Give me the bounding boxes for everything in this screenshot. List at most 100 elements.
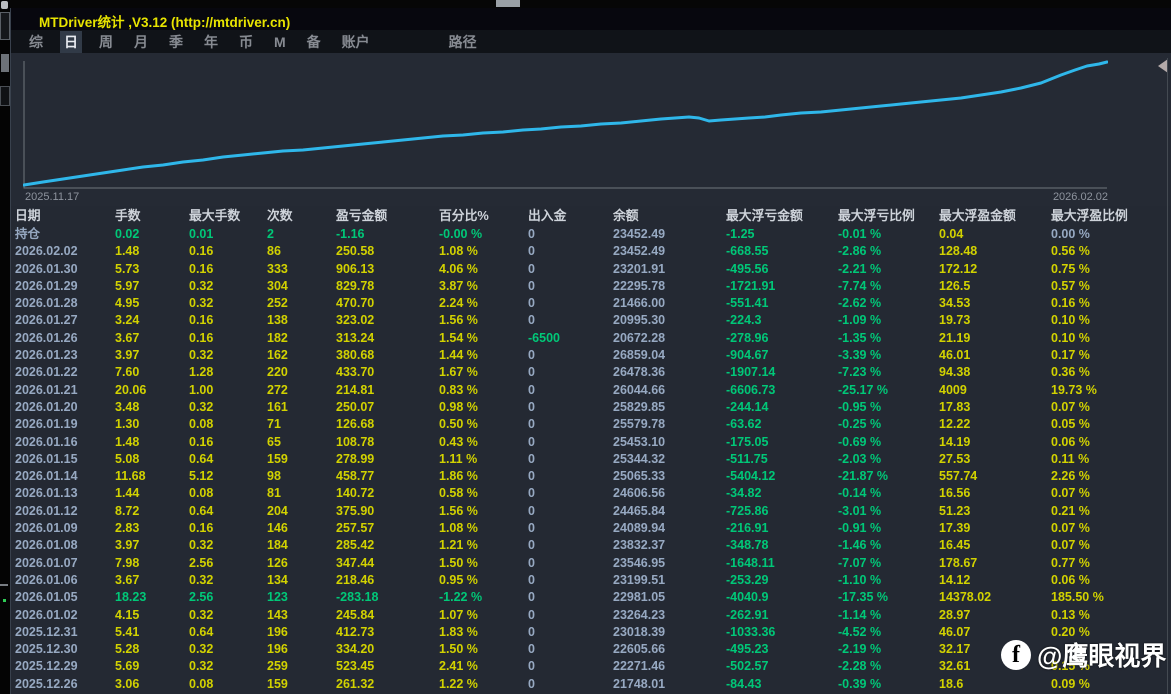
- column-header-deposit[interactable]: 出入金: [528, 206, 613, 226]
- column-header-date[interactable]: 日期: [15, 206, 115, 226]
- cell-max-float-profit-pct: 185.50 %: [1051, 589, 1171, 606]
- table-row[interactable]: 2026.02.021.480.1686250.581.08 %023452.4…: [11, 243, 1171, 260]
- cell-max-float-loss: -216.91: [726, 520, 838, 537]
- menu-item-ri[interactable]: 日: [60, 31, 82, 53]
- cell-max-float-profit-pct: 0.07 %: [1051, 485, 1171, 502]
- cell-max-float-profit: 16.45: [939, 537, 1051, 554]
- table-row[interactable]: 2026.01.295.970.32304829.783.87 %022295.…: [11, 278, 1171, 295]
- menu-item-ji[interactable]: 季: [165, 31, 187, 53]
- table-row[interactable]: 2026.01.128.720.64204375.901.56 %024465.…: [11, 503, 1171, 520]
- table-row[interactable]: 2026.01.263.670.16182313.241.54 %-650020…: [11, 330, 1171, 347]
- cell-balance: 23546.95: [613, 555, 726, 572]
- cell-lots: 8.72: [115, 503, 189, 520]
- table-row[interactable]: 2025.12.263.060.08159261.321.22 %021748.…: [11, 676, 1171, 693]
- table-row[interactable]: 2026.01.305.730.16333906.134.06 %023201.…: [11, 261, 1171, 278]
- cell-max-float-profit-pct: 19.73 %: [1051, 382, 1171, 399]
- column-header-max-float-loss[interactable]: 最大浮亏金额: [726, 206, 838, 226]
- table-row[interactable]: 2026.01.161.480.1665108.780.43 %025453.1…: [11, 434, 1171, 451]
- cell-max-float-loss: -725.86: [726, 503, 838, 520]
- column-header-times[interactable]: 次数: [267, 206, 336, 226]
- column-header-max-float-profit[interactable]: 最大浮盈金额: [939, 206, 1051, 226]
- cell-max-float-loss-pct: -1.35 %: [838, 330, 939, 347]
- cell-balance: 22981.05: [613, 589, 726, 606]
- cell-max-float-profit-pct: 0.16 %: [1051, 295, 1171, 312]
- cell-times: 98: [267, 468, 336, 485]
- column-header-max-lots[interactable]: 最大手数: [189, 206, 267, 226]
- background-window-fragment: [0, 86, 10, 106]
- table-row[interactable]: 2026.01.131.440.0881140.720.58 %024606.5…: [11, 485, 1171, 502]
- cell-max-float-loss-pct: -7.74 %: [838, 278, 939, 295]
- table-row[interactable]: 2026.01.077.982.56126347.441.50 %023546.…: [11, 555, 1171, 572]
- cell-pl: 412.73: [336, 624, 439, 641]
- table-row[interactable]: 持仓0.020.012-1.16-0.00 %023452.49-1.25-0.…: [11, 226, 1171, 243]
- table-row[interactable]: 2026.01.024.150.32143245.841.07 %023264.…: [11, 607, 1171, 624]
- x-axis-start-label: 2025.11.17: [25, 191, 79, 203]
- cell-deposit: 0: [528, 520, 613, 537]
- cell-max-float-profit: 12.22: [939, 416, 1051, 433]
- cell-lots: 3.48: [115, 399, 189, 416]
- cell-pl: 214.81: [336, 382, 439, 399]
- table-row[interactable]: 2026.01.155.080.64159278.991.11 %025344.…: [11, 451, 1171, 468]
- cell-max-lots: 0.32: [189, 658, 267, 675]
- column-header-max-float-profit-pct[interactable]: 最大浮盈比例: [1051, 206, 1171, 226]
- cell-max-float-loss-pct: -0.95 %: [838, 399, 939, 416]
- table-row[interactable]: 2026.01.191.300.0871126.680.50 %025579.7…: [11, 416, 1171, 433]
- table-row[interactable]: 2025.12.295.690.32259523.452.41 %022271.…: [11, 658, 1171, 675]
- cell-times: 272: [267, 382, 336, 399]
- menu-item-zhou[interactable]: 周: [95, 31, 117, 53]
- menu-item-bi[interactable]: 币: [235, 31, 257, 53]
- column-header-balance[interactable]: 余额: [613, 206, 726, 226]
- cell-balance: 23199.51: [613, 572, 726, 589]
- cell-balance: 24465.84: [613, 503, 726, 520]
- background-window-top-edge: [10, 0, 1171, 8]
- cell-max-lots: 2.56: [189, 555, 267, 572]
- table-row[interactable]: 2025.12.305.280.32196334.201.50 %022605.…: [11, 641, 1171, 658]
- table-header: 日期手数最大手数次数盈亏金额百分比%出入金余额最大浮亏金额最大浮亏比例最大浮盈金…: [11, 206, 1171, 226]
- cell-pl: 347.44: [336, 555, 439, 572]
- table-row[interactable]: 2026.01.233.970.32162380.681.44 %026859.…: [11, 347, 1171, 364]
- cell-pct: 1.67 %: [439, 364, 528, 381]
- cell-times: 71: [267, 416, 336, 433]
- table-row[interactable]: 2026.01.2120.061.00272214.810.83 %026044…: [11, 382, 1171, 399]
- cell-date: 2026.01.08: [15, 537, 115, 554]
- column-header-lots[interactable]: 手数: [115, 206, 189, 226]
- cell-max-float-profit: 14.12: [939, 572, 1051, 589]
- column-header-max-float-loss-pct[interactable]: 最大浮亏比例: [838, 206, 939, 226]
- table-row[interactable]: 2026.01.1411.685.1298458.771.86 %025065.…: [11, 468, 1171, 485]
- table-row[interactable]: 2026.01.284.950.32252470.702.24 %021466.…: [11, 295, 1171, 312]
- cell-max-float-profit-pct: 0.10 %: [1051, 330, 1171, 347]
- menu-item-zhanghu[interactable]: 账户: [338, 31, 374, 53]
- table-row[interactable]: 2025.12.315.410.64196412.731.83 %023018.…: [11, 624, 1171, 641]
- cell-max-lots: 0.32: [189, 399, 267, 416]
- menu-item-zong[interactable]: 综: [25, 31, 47, 53]
- table-row[interactable]: 2026.01.083.970.32184285.421.21 %023832.…: [11, 537, 1171, 554]
- cell-times: 259: [267, 658, 336, 675]
- cell-pl: 250.07: [336, 399, 439, 416]
- cell-lots: 7.98: [115, 555, 189, 572]
- menu-item-m[interactable]: M: [270, 33, 290, 51]
- cell-times: 333: [267, 261, 336, 278]
- cell-max-float-profit-pct: 0.07 %: [1051, 537, 1171, 554]
- column-header-pl[interactable]: 盈亏金额: [336, 206, 439, 226]
- table-row[interactable]: 2026.01.227.601.28220433.701.67 %026478.…: [11, 364, 1171, 381]
- cell-times: 304: [267, 278, 336, 295]
- cell-max-float-loss-pct: -2.21 %: [838, 261, 939, 278]
- menu-item-bei[interactable]: 备: [303, 31, 325, 53]
- column-header-pct[interactable]: 百分比%: [439, 206, 528, 226]
- cell-lots: 7.60: [115, 364, 189, 381]
- cell-max-float-loss: -1033.36: [726, 624, 838, 641]
- cell-max-float-profit-pct: 0.06 %: [1051, 434, 1171, 451]
- menu-item-lujing[interactable]: 路径: [445, 31, 481, 53]
- table-row[interactable]: 2026.01.203.480.32161250.070.98 %025829.…: [11, 399, 1171, 416]
- cell-pct: 1.21 %: [439, 537, 528, 554]
- table-row[interactable]: 2026.01.273.240.16138323.021.56 %020995.…: [11, 312, 1171, 329]
- table-row[interactable]: 2026.01.092.830.16146257.571.08 %024089.…: [11, 520, 1171, 537]
- background-scrollbar-fragment: [496, 0, 520, 7]
- cell-max-float-loss: -262.91: [726, 607, 838, 624]
- cell-date: 2025.12.26: [15, 676, 115, 693]
- table-row[interactable]: 2026.01.0518.232.56123-283.18-1.22 %0229…: [11, 589, 1171, 606]
- menu-item-yue[interactable]: 月: [130, 31, 152, 53]
- table-row[interactable]: 2026.01.063.670.32134218.460.95 %023199.…: [11, 572, 1171, 589]
- cell-deposit: 0: [528, 658, 613, 675]
- menu-item-nian[interactable]: 年: [200, 31, 222, 53]
